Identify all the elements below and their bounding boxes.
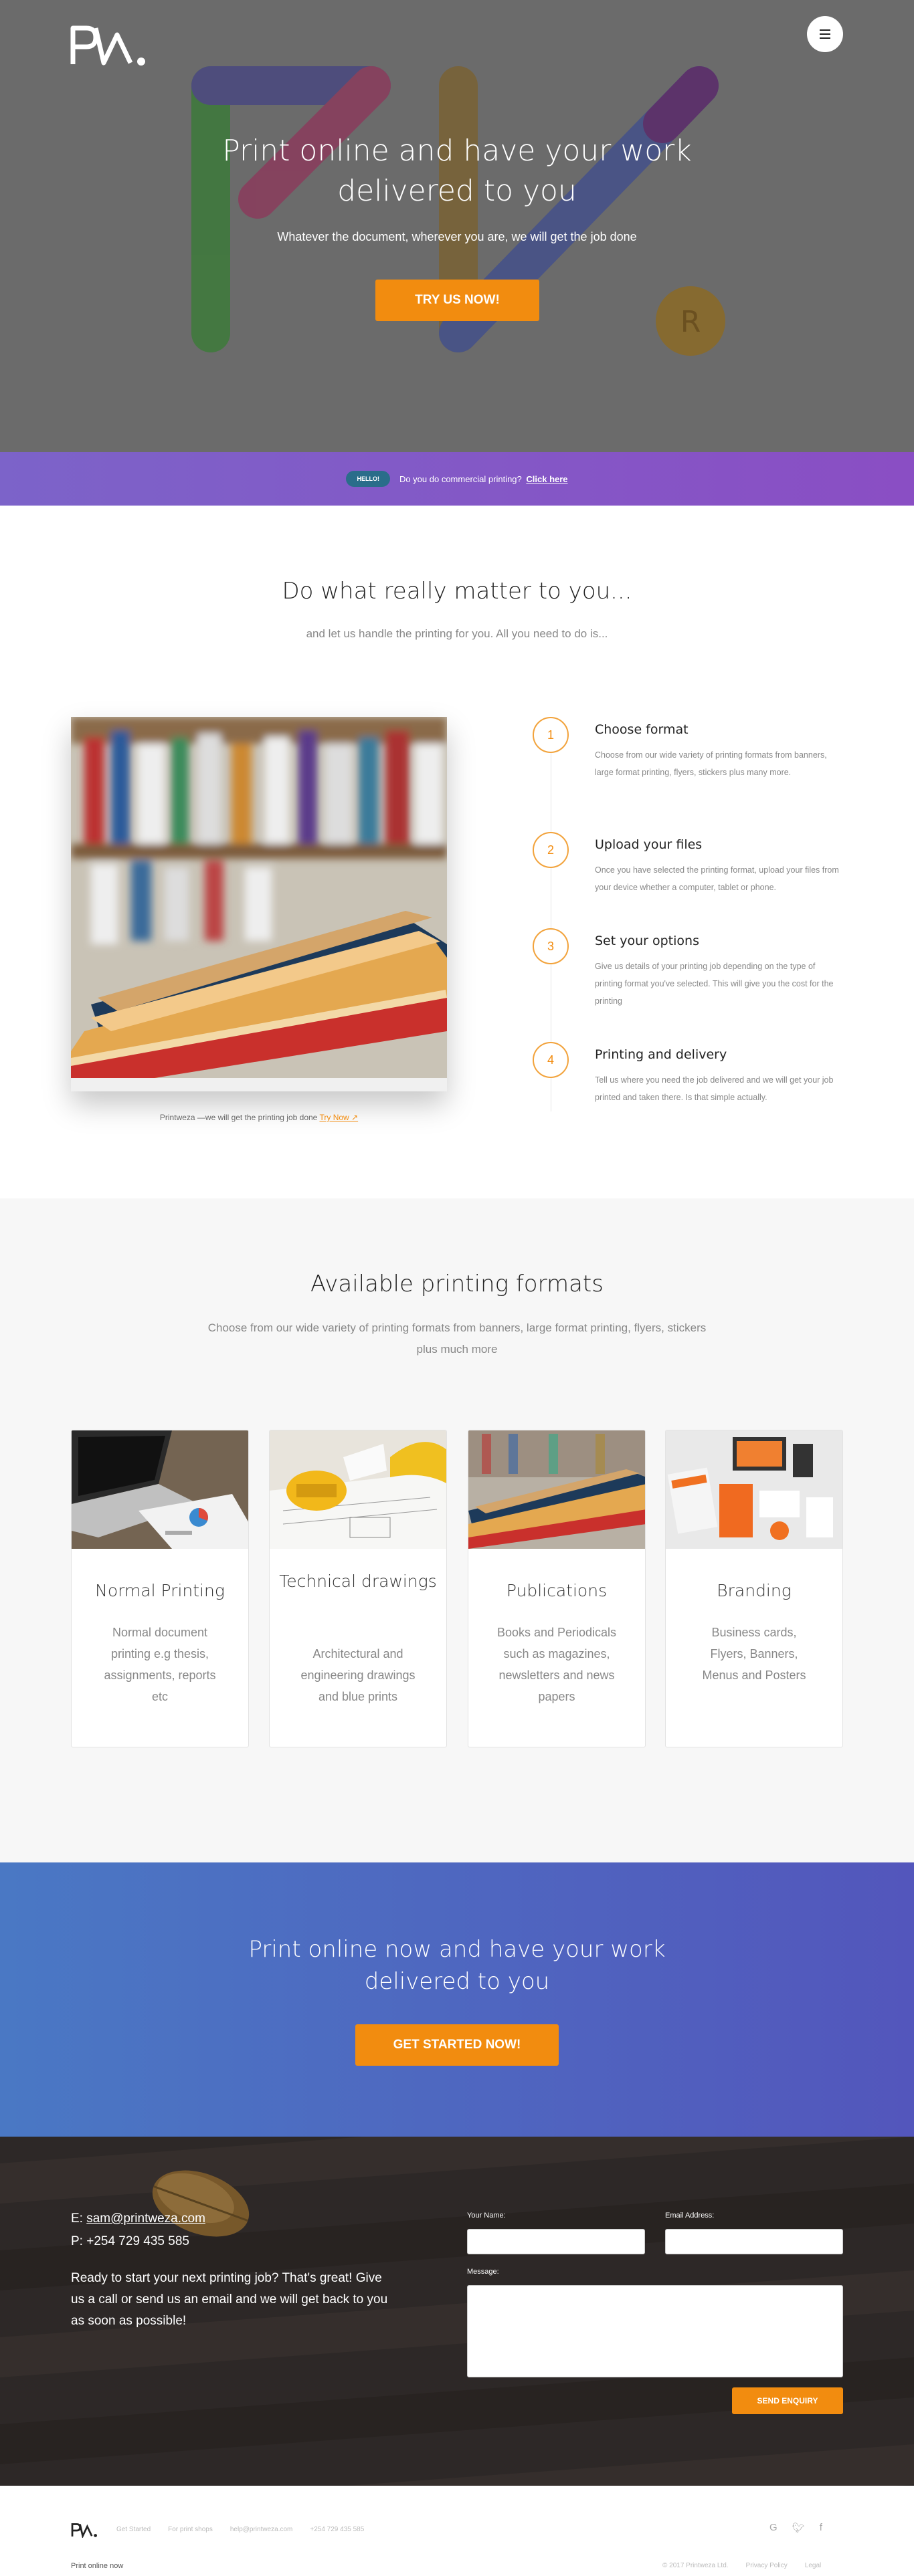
footer-link-get-started[interactable]: Get Started <box>116 2526 151 2533</box>
books-image <box>468 1430 645 1549</box>
step-title: Upload your files <box>595 837 703 852</box>
send-enquiry-button[interactable]: SEND ENQUIRY <box>732 2387 843 2414</box>
hero-bubble-letter: R <box>680 305 701 339</box>
click-here-link[interactable]: Click here <box>526 474 567 484</box>
menu-button[interactable] <box>807 16 843 52</box>
format-card-technical-drawings[interactable]: Technical drawings Architectural and eng… <box>269 1430 447 1747</box>
email-label: Email Address: <box>665 2212 715 2220</box>
step-description: Give us details of your printing job dep… <box>595 962 834 1006</box>
step-title: Printing and delivery <box>595 1047 727 1062</box>
card-title: Technical drawings <box>279 1572 437 1591</box>
cta-title: Print online now and have your work deli… <box>248 1936 666 1995</box>
footer-link-print-shops[interactable]: For print shops <box>168 2526 213 2533</box>
privacy-policy-link[interactable]: Privacy Policy <box>746 2562 788 2569</box>
cta-section: Print online now and have your work deli… <box>0 1862 914 2137</box>
printweza-logo[interactable] <box>69 23 148 67</box>
section-subtitle: and let us handle the printing for you. … <box>306 627 608 640</box>
card-title: Branding <box>717 1581 792 1600</box>
footer-nav: Get Started For print shops help@printwe… <box>116 2526 364 2533</box>
format-card-publications[interactable]: Publications Books and Periodicals such … <box>468 1430 646 1747</box>
hero-section: R Print online and have your work delive… <box>0 0 914 452</box>
step-title: Set your options <box>595 934 699 948</box>
email-link[interactable]: sam@printweza.com <box>86 2212 205 2226</box>
hello-badge: HELLO! <box>346 471 390 487</box>
get-started-now-button[interactable]: GET STARTED NOW! <box>355 2024 559 2066</box>
card-description: Normal document printing e.g thesis, ass… <box>104 1626 216 1703</box>
step-description: Tell us where you need the job delivered… <box>595 1075 834 1102</box>
section-subtitle: Choose from our wide variety of printing… <box>207 1321 707 1356</box>
promo-text: Do you do commercial printing? Click her… <box>399 473 568 484</box>
how-it-works-section: Do what really matter to you... and let … <box>0 506 914 1198</box>
hamburger-icon <box>820 29 830 31</box>
step-number: 1 <box>533 717 569 753</box>
card-title: Publications <box>506 1581 608 1600</box>
card-description: Business cards, Flyers, Banners, Menus a… <box>702 1626 806 1682</box>
contact-section: E: sam@printweza.com P: +254 729 435 585… <box>0 2137 914 2486</box>
step-description: Choose from our wide variety of printing… <box>595 750 827 777</box>
social-links: G 🐦︎ f <box>769 2522 822 2534</box>
try-us-now-button[interactable]: TRY US NOW! <box>375 280 539 321</box>
format-card-normal-printing[interactable]: Normal Printing Normal document printing… <box>71 1430 249 1747</box>
contact-info: E: sam@printweza.com P: +254 729 435 585… <box>71 2208 399 2332</box>
laptop-image <box>72 1430 248 1549</box>
section-title: Do what really matter to you... <box>282 578 632 605</box>
contact-email: E: sam@printweza.com <box>71 2212 205 2226</box>
blueprint-image <box>270 1430 446 1549</box>
footer: Get Started For print shops help@printwe… <box>0 2486 914 2576</box>
format-card-branding[interactable]: Branding Business cards, Flyers, Banners… <box>665 1430 843 1747</box>
step-description: Once you have selected the printing form… <box>595 865 839 892</box>
copyright: © 2017 Printweza Ltd. <box>662 2562 729 2569</box>
image-caption: Printweza —we will get the printing job … <box>159 1113 359 1122</box>
email-field[interactable] <box>665 2229 843 2254</box>
hero-subtitle: Whatever the document, wherever you are,… <box>277 230 637 243</box>
message-label: Message: <box>467 2268 499 2276</box>
footer-legal: © 2017 Printweza Ltd. Privacy Policy Leg… <box>662 2562 821 2569</box>
printing-formats-section: Available printing formats Choose from o… <box>0 1198 914 1862</box>
card-description: Books and Periodicals such as magazines,… <box>496 1626 617 1703</box>
twitter-icon[interactable]: 🐦︎ <box>792 2522 805 2534</box>
books-image <box>71 717 447 1091</box>
step-number: 4 <box>533 1042 569 1078</box>
contact-pitch: Ready to start your next printing job? T… <box>71 2271 388 2328</box>
step-title: Choose format <box>595 722 689 737</box>
branding-mockup-image <box>666 1430 842 1549</box>
section-title: Available printing formats <box>310 1271 604 1297</box>
card-description: Architectural and engineering drawings a… <box>300 1647 416 1703</box>
footer-logo[interactable] <box>71 2522 98 2538</box>
name-field[interactable] <box>467 2229 645 2254</box>
step-number: 2 <box>533 832 569 868</box>
name-label: Your Name: <box>467 2212 506 2220</box>
hero-logo-watermark: R <box>191 66 725 356</box>
footer-link-email[interactable]: help@printweza.com <box>230 2526 293 2533</box>
google-icon[interactable]: G <box>769 2522 778 2534</box>
footer-tagline: Print online now <box>71 2562 124 2570</box>
hero-title: Print online and have your work delivere… <box>222 134 692 208</box>
legal-link[interactable]: Legal <box>805 2562 821 2569</box>
step-number: 3 <box>533 928 569 964</box>
facebook-icon[interactable]: f <box>820 2522 822 2534</box>
message-field[interactable] <box>467 2285 843 2377</box>
try-now-link[interactable]: Try Now ↗ <box>319 1113 358 1122</box>
contact-phone: P: +254 729 435 585 <box>71 2234 189 2248</box>
footer-link-phone[interactable]: +254 729 435 585 <box>310 2526 364 2533</box>
card-title: Normal Printing <box>95 1581 225 1600</box>
promo-bar: HELLO! Do you do commercial printing? Cl… <box>0 452 914 506</box>
